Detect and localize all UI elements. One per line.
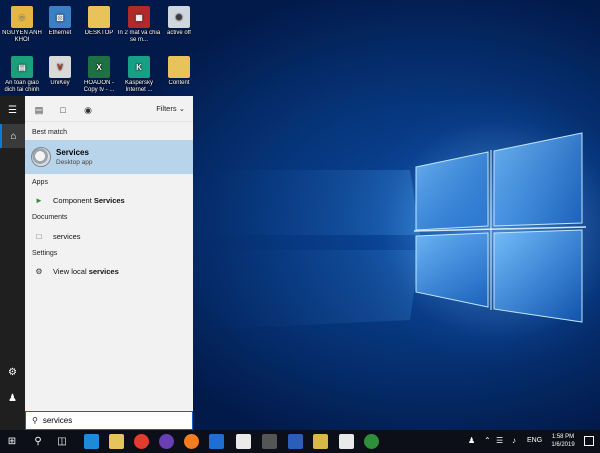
taskbar-search-button[interactable]: ⚲: [26, 430, 50, 453]
section-header-settings: Settings: [32, 250, 58, 257]
mail-app-icon[interactable]: [236, 434, 251, 449]
best-match-subtitle: Desktop app: [56, 159, 93, 166]
desktop-icon-unikey[interactable]: V UniKey: [38, 56, 82, 87]
result-document-services[interactable]: □ services: [25, 228, 193, 244]
chevron-up-icon[interactable]: ⌃: [484, 436, 491, 445]
result-view-local-services[interactable]: ⚙ View local services: [25, 263, 193, 279]
start-button[interactable]: ⊞: [0, 430, 24, 453]
taskbar-clock[interactable]: 1:58 PM 1/6/2019: [546, 433, 580, 449]
firefox-developer-icon[interactable]: [159, 434, 174, 449]
edge-app-icon[interactable]: [84, 434, 99, 449]
unikey-taskbar-icon[interactable]: [364, 434, 379, 449]
store-app-icon[interactable]: [209, 434, 224, 449]
desktop-icon-label: active off: [167, 30, 191, 36]
chevron-down-icon: ⌄: [178, 104, 185, 113]
result-component-services[interactable]: ► Component Services: [25, 192, 193, 208]
best-match-title: Services: [56, 148, 89, 157]
volume-icon[interactable]: ♪: [512, 436, 516, 445]
filters-dropdown[interactable]: Filters ⌄: [156, 104, 185, 113]
hamburger-menu-button[interactable]: ☰: [0, 98, 25, 122]
search-results-panel: ▤ □ ◉ Filters ⌄ Best match Services Desk…: [25, 96, 193, 430]
document-icon: □: [36, 231, 42, 241]
shield-app-icon: ▤: [11, 56, 33, 78]
feedback-person-icon: ♟: [8, 392, 17, 404]
media-app-icon[interactable]: [262, 434, 277, 449]
task-view-button[interactable]: ◫: [50, 430, 74, 453]
desktop-icon-hoadon[interactable]: X HOADON - Copy tv - ...: [77, 56, 121, 94]
desktop-icon-label: UniKey: [50, 80, 70, 86]
desktop-icon-kaspersky[interactable]: K Kaspersky Internet ...: [117, 56, 161, 94]
photos-app-icon[interactable]: [339, 434, 354, 449]
clock-time: 1:58 PM: [551, 434, 575, 440]
chrome-app-icon[interactable]: [134, 434, 149, 449]
result-label: View local services: [53, 266, 119, 276]
desktop-icon-content-folder[interactable]: Content: [157, 56, 201, 87]
best-match-services[interactable]: Services Desktop app: [25, 140, 193, 174]
firefox-app-icon[interactable]: [184, 434, 199, 449]
section-header-best-match: Best match: [32, 129, 68, 136]
component-services-icon: ►: [35, 195, 43, 205]
tab-web[interactable]: ◉: [82, 104, 94, 116]
section-header-apps: Apps: [32, 179, 48, 186]
desktop-icon-ethernet[interactable]: ▧ Ethernet: [38, 6, 82, 37]
search-icon: ⚲: [32, 416, 38, 425]
tab-documents[interactable]: □: [57, 104, 69, 116]
settings-gear-icon: ⚙: [35, 266, 43, 276]
result-label: Component Services: [53, 195, 125, 205]
gear-icon: ⚙: [8, 366, 17, 378]
pdf-document-icon: ▦: [128, 6, 150, 28]
desktop-icon-label: Content: [168, 80, 190, 86]
unikey-icon: V: [49, 56, 71, 78]
tab-apps[interactable]: ▤: [33, 104, 45, 116]
hamburger-icon: ☰: [8, 104, 17, 116]
panel-toolbar: ▤ □ ◉ Filters ⌄: [25, 96, 193, 122]
windows-logo-icon: ⊞: [7, 436, 17, 447]
search-input[interactable]: [42, 416, 153, 425]
filters-label: Filters: [156, 104, 177, 113]
file-explorer-icon[interactable]: [109, 434, 124, 449]
document-icon: □: [60, 105, 66, 115]
word-app-icon[interactable]: [288, 434, 303, 449]
settings-button[interactable]: ⚙: [0, 360, 25, 384]
network-icon: ▧: [49, 6, 71, 28]
folder-icon: [88, 6, 110, 28]
search-icon: ⚲: [34, 436, 42, 447]
desktop-icon-label: DESKTOP: [84, 30, 114, 36]
excel-file-icon: X: [88, 56, 110, 78]
result-label: services: [53, 231, 81, 241]
network-tray-icon[interactable]: ☰: [496, 436, 503, 445]
user-folder-icon: ☺: [11, 6, 33, 28]
language-indicator[interactable]: ENG: [527, 437, 542, 444]
desktop-icon-label: Kaspersky Internet ...: [124, 80, 153, 93]
clock-date: 1/6/2019: [551, 442, 575, 448]
services-gear-icon: [31, 147, 51, 167]
home-icon: ⌂: [10, 130, 17, 142]
notification-center-icon[interactable]: [584, 436, 594, 446]
folder-icon: [168, 56, 190, 78]
feedback-button[interactable]: ♟: [0, 386, 25, 410]
kaspersky-icon: K: [128, 56, 150, 78]
start-left-rail: ☰ ⌂ ⚙ ♟: [0, 96, 25, 430]
desktop-icon-label: HOADON - Copy tv - ...: [83, 80, 115, 93]
taskbar: ⊞ ⚲ ◫ ♟ ⌃ ☰ ♪ ENG 1:58 PM 1/6/2019: [0, 430, 600, 453]
search-box[interactable]: ⚲: [25, 411, 193, 430]
section-header-documents: Documents: [32, 214, 68, 221]
desktop-icon-label: Ethernet: [48, 30, 72, 36]
home-button[interactable]: ⌂: [0, 124, 25, 148]
apps-grid-icon: ▤: [34, 104, 44, 115]
video-app-icon[interactable]: [313, 434, 328, 449]
task-view-icon: ◫: [57, 436, 67, 447]
desktop-icon-desktop-folder[interactable]: DESKTOP: [77, 6, 121, 37]
desktop-icon-in-2-mat[interactable]: ▦ In 2 mat va chia se m...: [117, 6, 161, 44]
people-icon[interactable]: ♟: [468, 436, 475, 445]
desktop-icon-label: In 2 mat va chia se m...: [117, 30, 161, 43]
desktop-icon-active-off[interactable]: ⚙ active off: [157, 6, 201, 37]
globe-icon: ◉: [84, 104, 92, 115]
shortcut-icon: ⚙: [168, 6, 190, 28]
